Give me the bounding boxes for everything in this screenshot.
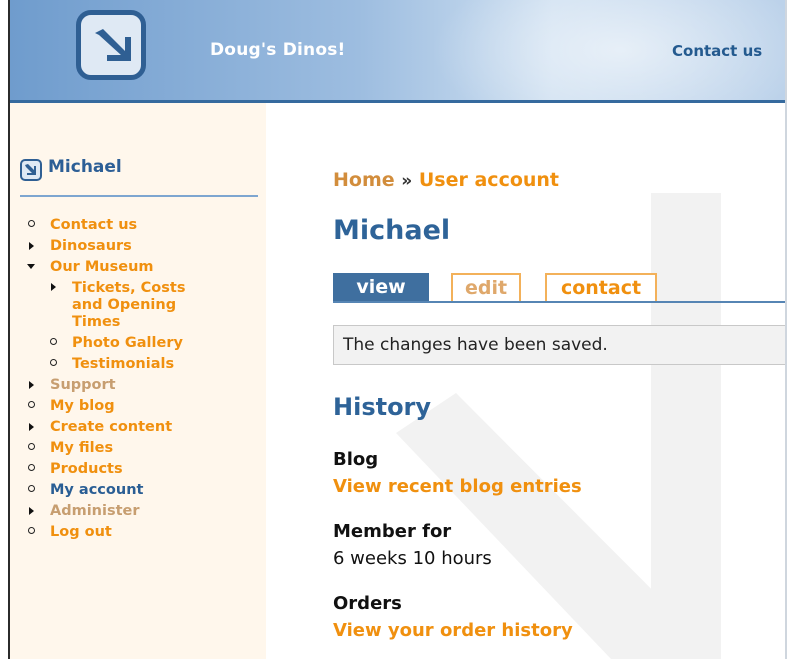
sidebar-item-dinosaurs[interactable]: Dinosaurs: [24, 236, 254, 257]
status-message: The changes have been saved.: [333, 325, 785, 365]
sidebar-divider: [20, 195, 258, 197]
bullet-icon: [28, 464, 35, 471]
sidebar-item-label[interactable]: Photo Gallery: [72, 335, 183, 351]
breadcrumb-current-link[interactable]: User account: [419, 169, 559, 191]
sidebar-submenu: Tickets, Costs and Opening Times Photo G…: [46, 278, 254, 375]
collapsed-arrow-icon: [51, 283, 56, 291]
sidebar-item-label[interactable]: Tickets, Costs and Opening Times: [72, 280, 212, 331]
collapsed-arrow-icon: [29, 423, 34, 431]
page-title: Michael: [333, 215, 451, 246]
tab-contact[interactable]: contact: [545, 273, 657, 301]
bullet-icon: [28, 220, 35, 227]
breadcrumb-separator: »: [401, 171, 413, 191]
sidebar-item-our-museum[interactable]: Our Museum Tickets, Costs and Opening Ti…: [24, 257, 254, 375]
main-content: Home » User account Michael view edit co…: [266, 103, 785, 659]
sidebar-item-my-account[interactable]: My account: [24, 480, 254, 501]
sidebar-user-name: Michael: [48, 157, 122, 177]
sidebar-item-label[interactable]: My account: [50, 482, 143, 498]
breadcrumb-home-link[interactable]: Home: [333, 169, 395, 191]
breadcrumb: Home » User account: [333, 169, 559, 191]
sidebar-item-label[interactable]: Log out: [50, 524, 112, 540]
collapsed-arrow-icon: [29, 381, 34, 389]
sidebar: Michael Contact us Dinosaurs Our Museum …: [10, 103, 266, 659]
sidebar-item-label[interactable]: Support: [50, 377, 116, 393]
sidebar-item-label[interactable]: My blog: [50, 398, 115, 414]
bullet-icon: [28, 485, 35, 492]
member-for-value: 6 weeks 10 hours: [333, 548, 492, 569]
order-history-link[interactable]: View your order history: [333, 620, 573, 641]
sidebar-item-label[interactable]: Products: [50, 461, 123, 477]
member-for-label: Member for: [333, 521, 452, 542]
sidebar-item-label[interactable]: Testimonials: [72, 356, 174, 372]
sidebar-item-testimonials[interactable]: Testimonials: [46, 354, 254, 375]
bullet-icon: [50, 359, 57, 366]
sidebar-item-label[interactable]: Our Museum: [50, 259, 154, 275]
tab-bar: view edit contact: [333, 273, 785, 303]
site-header: Doug's Dinos! Contact us: [10, 0, 785, 103]
tab-view[interactable]: view: [333, 273, 429, 301]
blog-label: Blog: [333, 449, 379, 470]
bullet-icon: [50, 338, 57, 345]
header-contact-link[interactable]: Contact us: [672, 42, 762, 60]
expanded-arrow-icon: [27, 264, 35, 269]
sidebar-item-label[interactable]: My files: [50, 440, 113, 456]
bullet-icon: [28, 527, 35, 534]
sidebar-item-administer[interactable]: Administer: [24, 501, 254, 522]
sidebar-item-products[interactable]: Products: [24, 459, 254, 480]
history-heading: History: [333, 393, 432, 421]
sidebar-item-log-out[interactable]: Log out: [24, 522, 254, 543]
sidebar-item-label[interactable]: Administer: [50, 503, 140, 519]
sidebar-item-support[interactable]: Support: [24, 375, 254, 396]
site-name[interactable]: Doug's Dinos!: [210, 40, 346, 60]
sidebar-item-label[interactable]: Create content: [50, 419, 172, 435]
sidebar-item-photo-gallery[interactable]: Photo Gallery: [46, 333, 254, 354]
sidebar-item-my-files[interactable]: My files: [24, 438, 254, 459]
sidebar-menu: Contact us Dinosaurs Our Museum Tickets,…: [24, 215, 254, 543]
sidebar-item-my-blog[interactable]: My blog: [24, 396, 254, 417]
collapsed-arrow-icon: [29, 242, 34, 250]
sidebar-item-create-content[interactable]: Create content: [24, 417, 254, 438]
sidebar-item-contact-us[interactable]: Contact us: [24, 215, 254, 236]
bullet-icon: [28, 443, 35, 450]
sidebar-item-label[interactable]: Dinosaurs: [50, 238, 132, 254]
sidebar-item-tickets[interactable]: Tickets, Costs and Opening Times: [46, 278, 254, 333]
blog-entries-link[interactable]: View recent blog entries: [333, 476, 582, 497]
tab-edit[interactable]: edit: [451, 273, 521, 301]
bullet-icon: [28, 401, 35, 408]
user-arrow-icon: [20, 159, 42, 181]
sidebar-item-label[interactable]: Contact us: [50, 217, 137, 233]
site-logo-icon[interactable]: [76, 10, 146, 80]
orders-label: Orders: [333, 593, 402, 614]
tab-underline: [333, 301, 785, 303]
collapsed-arrow-icon: [29, 507, 34, 515]
